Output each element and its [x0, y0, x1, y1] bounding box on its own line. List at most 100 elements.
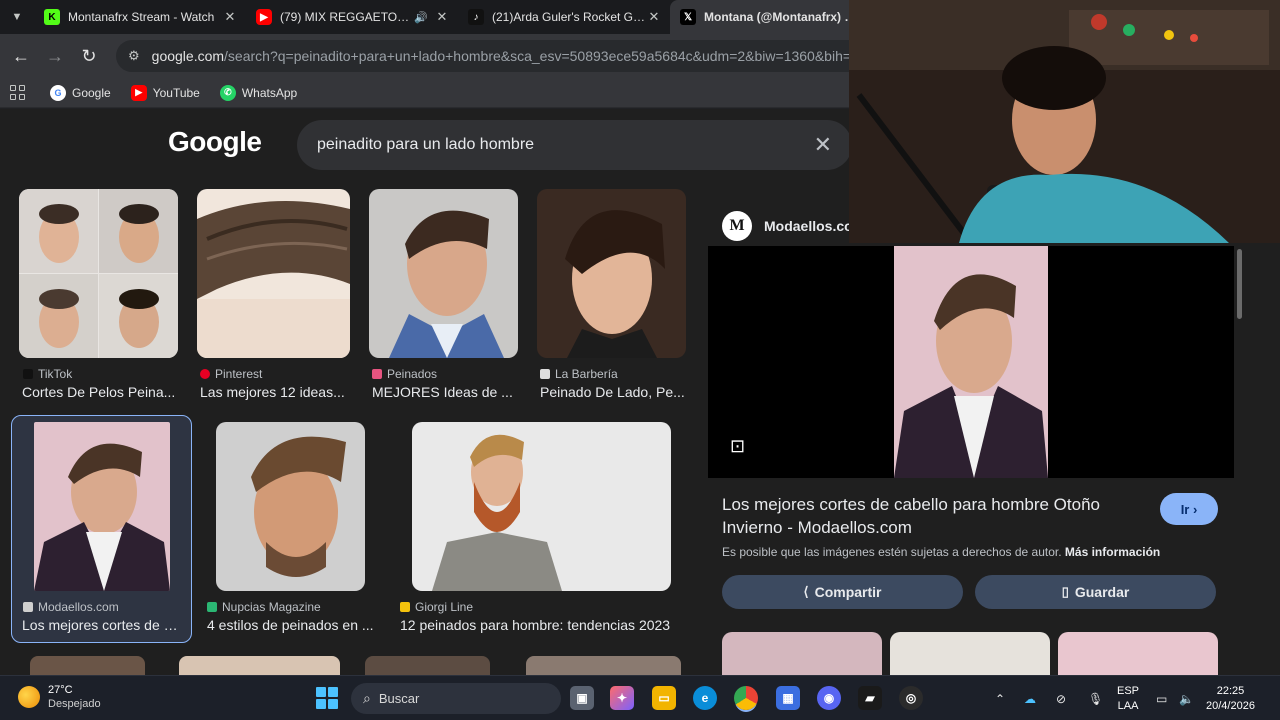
forward-arrow-icon[interactable]: →	[38, 39, 72, 73]
result-image-2[interactable]	[197, 189, 350, 358]
result-image-8[interactable]	[30, 656, 145, 675]
taskbar-search[interactable]: ⌕ Buscar	[351, 683, 561, 714]
tiktok-icon	[23, 369, 33, 379]
preview-scrollbar[interactable]	[1234, 249, 1244, 669]
show-hidden-icons[interactable]: ⌃	[995, 676, 1005, 720]
bookmark-youtube[interactable]: ▶ YouTube	[130, 84, 200, 101]
file-explorer-icon[interactable]: ▭	[652, 686, 676, 710]
taskbar-search-placeholder: Buscar	[378, 691, 420, 706]
man-sidepart-image	[369, 189, 518, 358]
apps-grid-icon[interactable]	[10, 84, 26, 101]
x-icon: 𝕏	[680, 9, 696, 25]
clear-icon[interactable]: ✕	[814, 132, 832, 158]
obs-icon[interactable]: ◎	[899, 686, 923, 710]
result-image-10[interactable]	[365, 656, 490, 675]
source-label: Nupcias Magazine	[222, 600, 321, 614]
result-title[interactable]: MEJORES Ideas de ...	[372, 384, 518, 400]
streamer-webcam-image	[849, 0, 1280, 243]
share-label: Compartir	[814, 584, 882, 600]
preview-site[interactable]: M Modaellos.com	[722, 211, 865, 241]
capcut-icon[interactable]: ▰	[858, 686, 882, 710]
close-icon[interactable]: ✕	[434, 9, 450, 25]
result-image-11[interactable]	[526, 656, 681, 675]
related-image-2[interactable]	[890, 632, 1050, 675]
result-image-1[interactable]	[19, 189, 178, 358]
microphone-icon[interactable]: 🎙	[1088, 676, 1103, 720]
bookmark-google[interactable]: G Google	[50, 84, 111, 101]
microsoft-store-icon[interactable]: ▦	[776, 686, 800, 710]
man-fringe-image	[537, 189, 686, 358]
tab-search-button[interactable]: ▼	[0, 0, 34, 34]
result-image-3[interactable]	[369, 189, 518, 358]
result-image-9[interactable]	[179, 656, 340, 675]
preview-title[interactable]: Los mejores cortes de cabello para hombr…	[722, 493, 1142, 539]
share-icon: ⟨	[803, 584, 809, 599]
edge-icon[interactable]: e	[693, 686, 717, 710]
nupcias-icon	[207, 602, 217, 612]
site-logo-icon: M	[722, 211, 752, 241]
visit-button[interactable]: Ir ›	[1160, 493, 1218, 525]
save-button[interactable]: ▯ Guardar	[975, 575, 1216, 609]
scrollbar-thumb[interactable]	[1237, 249, 1242, 319]
clock-date: 20/4/2026	[1206, 700, 1255, 712]
address-path: /search?q=peinadito+para+un+lado+hombre&…	[224, 48, 884, 64]
search-input[interactable]: peinadito para un lado hombre ✕	[297, 120, 852, 170]
google-logo[interactable]: Google	[168, 126, 262, 158]
visit-label: Ir	[1180, 501, 1190, 517]
bookmark-label: WhatsApp	[241, 85, 298, 100]
result-title[interactable]: Cortes De Pelos Peina...	[22, 384, 177, 400]
result-title[interactable]: 12 peinados para hombre: tendencias 2023	[400, 617, 680, 633]
moon-weather-icon	[18, 686, 40, 708]
result-source: Peinados	[372, 367, 437, 381]
lens-search-icon[interactable]: ⊡	[730, 436, 745, 457]
site-info-icon[interactable]: ⚙	[128, 48, 140, 64]
related-image-3[interactable]	[1058, 632, 1218, 675]
speaker-icon[interactable]: 🔊	[414, 11, 428, 24]
tab-youtube[interactable]: ▶ (79) MIX REGGAETON A 🔊 ✕	[246, 0, 458, 34]
preview-image-area[interactable]: ⊡	[708, 246, 1234, 478]
result-source: La Barbería	[540, 367, 618, 381]
youtube-icon: ▶	[256, 9, 272, 25]
close-icon[interactable]: ✕	[646, 9, 662, 25]
tab-title: (79) MIX REGGAETON A	[280, 10, 415, 24]
share-button[interactable]: ⟨ Compartir	[722, 575, 963, 609]
copyright-text: Es posible que las imágenes estén sujeta…	[722, 545, 1062, 559]
volume-icon[interactable]: 🔈	[1179, 676, 1194, 720]
bookmark-icon: ▯	[1061, 584, 1069, 599]
system-clock[interactable]: 22:25 20/4/2026	[1206, 684, 1255, 714]
bookmark-whatsapp[interactable]: ✆ WhatsApp	[219, 84, 298, 101]
chrome-icon[interactable]	[734, 686, 758, 710]
man-beard-image	[412, 422, 671, 591]
result-title[interactable]: Las mejores 12 ideas...	[200, 384, 350, 400]
language-indicator[interactable]: ESP LAA	[1117, 684, 1139, 714]
preview-image[interactable]	[894, 246, 1048, 478]
result-image-6[interactable]	[216, 422, 365, 591]
more-info-link[interactable]: Más información	[1065, 545, 1160, 559]
tab-kick[interactable]: K Montanafrx Stream - Watch ✕	[34, 0, 246, 34]
result-title[interactable]: Peinado De Lado, Pe...	[540, 384, 686, 400]
language-code: ESP	[1117, 685, 1140, 697]
network-off-icon[interactable]: ⊘	[1056, 676, 1066, 720]
display-icon[interactable]: ▭	[1156, 676, 1167, 720]
result-title[interactable]: Los mejores cortes de c...	[22, 617, 182, 633]
source-label: Peinados	[387, 367, 438, 381]
onedrive-icon[interactable]: ☁	[1024, 676, 1036, 720]
weather-widget[interactable]: 27°C Despejado	[18, 683, 101, 711]
copilot-icon[interactable]: ✦	[610, 686, 634, 710]
close-icon[interactable]: ✕	[222, 9, 238, 25]
discord-icon[interactable]: ◉	[817, 686, 841, 710]
result-image-5[interactable]	[34, 422, 170, 591]
back-arrow-icon[interactable]: ←	[4, 39, 38, 73]
source-label: Giorgi Line	[415, 600, 474, 614]
giorgiline-icon	[400, 602, 410, 612]
result-title[interactable]: 4 estilos de peinados en ...	[207, 617, 375, 633]
reload-icon[interactable]: ↻	[72, 39, 106, 73]
result-source: Pinterest	[200, 367, 262, 381]
related-image-1[interactable]	[722, 632, 882, 675]
result-image-7[interactable]	[412, 422, 671, 591]
tab-tiktok[interactable]: ♪ (21)Arda Guler's Rocket Goa ✕	[458, 0, 670, 34]
task-view-icon[interactable]: ▣	[570, 686, 594, 710]
source-label: Pinterest	[215, 367, 263, 381]
result-image-4[interactable]	[537, 189, 686, 358]
windows-start-icon[interactable]	[316, 687, 338, 709]
